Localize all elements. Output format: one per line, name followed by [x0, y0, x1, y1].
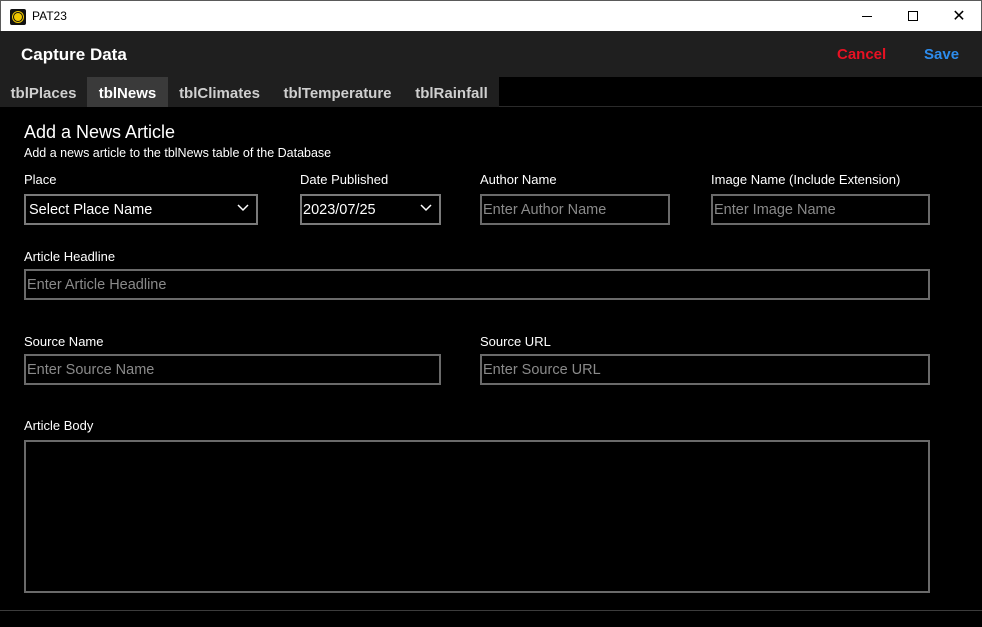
maximize-button[interactable] [890, 1, 936, 31]
author-name-label: Author Name [480, 172, 557, 187]
image-name-input[interactable]: Enter Image Name [711, 194, 930, 225]
tab-tblplaces[interactable]: tblPlaces [0, 77, 87, 107]
cancel-button[interactable]: Cancel [837, 46, 886, 63]
author-name-input[interactable]: Enter Author Name [480, 194, 670, 225]
tab-tbltemperature[interactable]: tblTemperature [271, 77, 404, 107]
source-url-input[interactable]: Enter Source URL [480, 354, 930, 385]
place-select[interactable]: Select Place Name [24, 194, 258, 225]
tab-tblclimates[interactable]: tblClimates [168, 77, 271, 107]
form-title: Add a News Article [24, 122, 176, 142]
date-published-label: Date Published [300, 172, 389, 187]
date-published-value: 2023/07/25 [303, 202, 376, 218]
save-button[interactable]: Save [924, 46, 959, 63]
source-name-label: Source Name [24, 334, 104, 349]
image-name-label: Image Name (Include Extension) [711, 172, 901, 187]
app-header: Capture Data Cancel Save [0, 31, 982, 77]
window-title: PAT23 [32, 9, 67, 23]
chevron-down-icon [236, 201, 250, 215]
place-label: Place [24, 172, 57, 187]
source-name-input[interactable]: Enter Source Name [24, 354, 441, 385]
place-select-value: Select Place Name [29, 202, 153, 218]
article-body-textarea[interactable] [24, 440, 930, 593]
minimize-button[interactable] [844, 1, 890, 31]
tab-tblnews[interactable]: tblNews [87, 77, 168, 107]
article-headline-label: Article Headline [24, 249, 116, 264]
date-published-picker[interactable]: 2023/07/25 [300, 194, 441, 225]
tab-bar: tblPlaces tblNews tblClimates tblTempera… [0, 77, 982, 107]
article-headline-input[interactable]: Enter Article Headline [24, 269, 930, 300]
maximize-icon [908, 11, 918, 21]
page-title: Capture Data [21, 45, 127, 64]
chevron-down-icon [419, 201, 433, 215]
article-body-label: Article Body [24, 418, 94, 433]
close-icon: ✕ [952, 6, 966, 25]
window-title-bar: PAT23 ✕ [0, 0, 982, 31]
divider [0, 610, 982, 611]
form-description: Add a news article to the tblNews table … [24, 146, 332, 160]
minimize-icon [862, 15, 872, 17]
source-url-label: Source URL [480, 334, 551, 349]
tab-tblrainfall[interactable]: tblRainfall [404, 77, 499, 107]
app-icon [10, 9, 26, 25]
close-window-button[interactable]: ✕ [936, 1, 982, 31]
